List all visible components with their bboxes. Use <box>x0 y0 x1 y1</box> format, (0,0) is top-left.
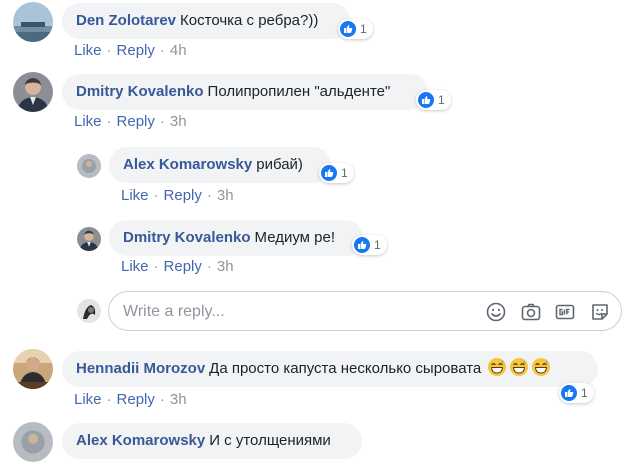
comment-actions: Like · Reply · 4h <box>74 42 187 59</box>
avatar[interactable] <box>13 422 53 462</box>
timestamp[interactable]: 4h <box>170 42 187 59</box>
comment-actions: Like · Reply · 3h <box>121 258 234 275</box>
reaction-count[interactable]: 1 <box>416 90 451 110</box>
man-suit-avatar-icon <box>77 227 101 251</box>
comment-text: рибай) <box>256 156 303 173</box>
reply-composer[interactable] <box>108 291 622 331</box>
comment-actions: Like · Reply · 3h <box>74 113 187 130</box>
comment-bubble: Den Zolotarev Косточка с ребра?)) <box>62 3 350 39</box>
gif-icon[interactable] <box>554 301 576 323</box>
like-link[interactable]: Like <box>74 42 102 59</box>
gray-avatar-icon <box>77 154 101 178</box>
like-reaction-icon <box>354 237 370 253</box>
comment-text: Полипропилен "альденте" <box>207 83 391 100</box>
grinning-sweat-emoji <box>487 357 507 377</box>
like-reaction-icon <box>418 92 434 108</box>
reply-input[interactable] <box>123 301 453 323</box>
comment-actions: Like · Reply · 3h <box>121 187 234 204</box>
reaction-count[interactable]: 1 <box>559 383 594 403</box>
sticker-icon[interactable] <box>589 301 611 323</box>
grinning-sweat-emoji <box>531 357 551 377</box>
man-desk-avatar-icon <box>13 349 53 389</box>
avatar[interactable] <box>77 154 101 178</box>
comment-author[interactable]: Alex Komarowsky <box>76 432 205 449</box>
timestamp[interactable]: 3h <box>170 113 187 130</box>
comment-bubble: Alex Komarowsky рибай) <box>109 147 331 183</box>
comment-author[interactable]: Alex Komarowsky <box>123 156 252 173</box>
like-reaction-icon <box>561 385 577 401</box>
avatar[interactable] <box>77 227 101 251</box>
reaction-count[interactable]: 1 <box>338 19 373 39</box>
comment-text: Косточка с ребра?)) <box>180 12 319 29</box>
avatar[interactable] <box>13 72 53 112</box>
comment-actions: Like · Reply · 3h <box>74 391 187 408</box>
comment-text: И с утолщениями <box>209 432 331 449</box>
comment-text: Да просто капуста несколько сыровата <box>209 360 482 377</box>
timestamp[interactable]: 3h <box>217 187 234 204</box>
emoji-icon[interactable] <box>485 301 507 323</box>
comment-author[interactable]: Hennadii Morozov <box>76 360 205 377</box>
like-link[interactable]: Like <box>121 187 149 204</box>
reply-link[interactable]: Reply <box>117 42 155 59</box>
reply-link[interactable]: Reply <box>117 391 155 408</box>
reply-link[interactable]: Reply <box>117 113 155 130</box>
avatar[interactable] <box>13 2 53 42</box>
like-link[interactable]: Like <box>74 113 102 130</box>
comment-author[interactable]: Den Zolotarev <box>76 12 176 29</box>
current-user-avatar[interactable] <box>77 299 101 323</box>
like-link[interactable]: Like <box>74 391 102 408</box>
timestamp[interactable]: 3h <box>217 258 234 275</box>
reaction-count[interactable]: 1 <box>352 235 387 255</box>
man-suit-avatar-icon <box>13 72 53 112</box>
comment-author[interactable]: Dmitry Kovalenko <box>76 83 204 100</box>
grinning-sweat-emoji <box>509 357 529 377</box>
timestamp[interactable]: 3h <box>170 391 187 408</box>
comment-author[interactable]: Dmitry Kovalenko <box>123 229 251 246</box>
landscape-avatar-icon <box>13 2 53 42</box>
gray-avatar-icon <box>13 422 53 462</box>
like-reaction-icon <box>340 21 356 37</box>
comment-bubble: Hennadii Morozov Да просто капуста нескол… <box>62 351 598 387</box>
like-link[interactable]: Like <box>121 258 149 275</box>
avatar[interactable] <box>13 349 53 389</box>
reply-link[interactable]: Reply <box>164 187 202 204</box>
comment-bubble: Dmitry Kovalenko Медиум ре! <box>109 220 363 256</box>
comment-bubble: Dmitry Kovalenko Полипропилен "альденте" <box>62 74 428 110</box>
reply-link[interactable]: Reply <box>164 258 202 275</box>
reaction-count[interactable]: 1 <box>319 163 354 183</box>
comment-text: Медиум ре! <box>254 229 336 246</box>
like-reaction-icon <box>321 165 337 181</box>
user-avatar-icon <box>77 299 101 323</box>
comment-bubble: Alex Komarowsky И с утолщениями <box>62 423 362 459</box>
camera-icon[interactable] <box>520 301 542 323</box>
